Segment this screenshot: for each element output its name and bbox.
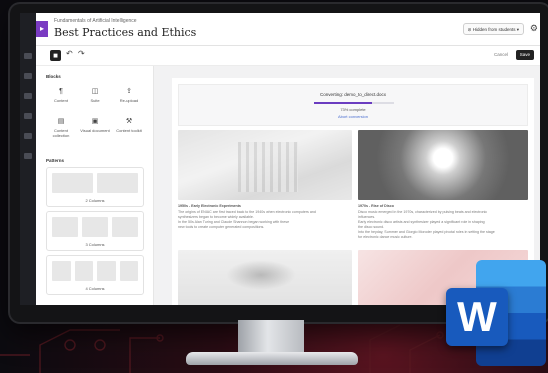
block-label: Suite xyxy=(90,98,100,103)
block-content-toolkit[interactable]: ⚒ Content toolkit xyxy=(114,118,144,133)
add-block-button[interactable]: ■ xyxy=(50,50,61,61)
rail-icon[interactable] xyxy=(24,73,32,79)
block-content-collection[interactable]: ▤ Content collection xyxy=(46,118,76,138)
layout-preview xyxy=(52,217,138,237)
visibility-dropdown[interactable]: ⊘ Hidden from students ▾ xyxy=(462,23,524,35)
block-label: Visual document xyxy=(80,128,110,133)
save-button[interactable]: Save xyxy=(515,50,534,60)
redo-icon[interactable]: ↷ xyxy=(78,49,85,58)
caption-2: 1970s - Rise of Disco Disco music emerge… xyxy=(358,204,526,240)
abort-conversion-link[interactable]: Abort conversion xyxy=(179,114,527,119)
rail-icon[interactable] xyxy=(24,93,32,99)
progress-fill xyxy=(314,102,373,104)
block-label: Re-upload xyxy=(119,98,139,103)
collection-icon: ▤ xyxy=(57,118,65,125)
caption-line: new tools to create computer generated c… xyxy=(178,225,265,229)
undo-icon[interactable]: ↶ xyxy=(66,49,73,58)
caption-title: 1970s - Rise of Disco xyxy=(358,204,394,208)
caption-1: 1950s - Early Electronic Experiments The… xyxy=(178,204,348,230)
layout-label: 4 Columns xyxy=(85,286,105,291)
block-visual-document[interactable]: ▣ Visual document xyxy=(80,118,110,133)
course-name: Fundamentals of Artificial Intelligence xyxy=(54,18,137,24)
block-label: Content collection xyxy=(52,128,70,138)
chevron-down-icon: ▾ xyxy=(515,27,519,32)
word-logo-badge: W xyxy=(446,288,508,346)
upload-icon: ⇪ xyxy=(126,88,132,95)
conversion-status: Converting: demo_to_direct.docx xyxy=(319,92,387,97)
layout-3-columns[interactable]: 3 Columns xyxy=(46,211,144,251)
block-reupload[interactable]: ⇪ Re-upload xyxy=(114,88,144,103)
rail-icon[interactable] xyxy=(24,53,32,59)
content-image-relaxing xyxy=(178,250,352,305)
conversion-panel: Converting: demo_to_direct.docx 73% comp… xyxy=(178,84,528,126)
blocks-panel: Blocks ¶ Content ◫ Suite ⇪ Re-upload ▤ C… xyxy=(36,66,154,305)
block-label: Content xyxy=(53,98,68,103)
rail-icon[interactable] xyxy=(24,153,32,159)
page-header: ▸ Fundamentals of Artificial Intelligenc… xyxy=(36,13,540,46)
rail-icon[interactable] xyxy=(24,113,32,119)
toolkit-icon: ⚒ xyxy=(125,118,133,125)
layout-4-columns[interactable]: 4 Columns xyxy=(46,255,144,295)
page-title: Best Practices and Ethics xyxy=(54,26,197,39)
patterns-heading: Patterns xyxy=(46,158,65,163)
word-logo: W xyxy=(446,260,546,370)
settings-gear-icon[interactable]: ⚙ xyxy=(530,23,538,34)
caption-line: for electronic dance music culture. xyxy=(358,235,413,239)
block-content[interactable]: ¶ Content xyxy=(46,88,76,103)
conversion-progress-bar xyxy=(314,102,394,104)
layout-2-columns[interactable]: 2 Columns xyxy=(46,167,144,207)
rail-icon[interactable] xyxy=(24,133,32,139)
caption-title: 1950s - Early Electronic Experiments xyxy=(178,204,241,208)
app-side-rail xyxy=(20,13,36,305)
visibility-label: Hidden from students xyxy=(472,27,516,32)
layout-label: 3 Columns xyxy=(85,242,105,247)
document-icon: ▣ xyxy=(91,118,99,125)
layout-preview xyxy=(52,173,138,193)
layout-label: 2 Columns xyxy=(85,198,105,203)
content-image-lab xyxy=(178,130,352,200)
suite-icon: ◫ xyxy=(91,88,99,95)
paragraph-icon: ¶ xyxy=(59,88,63,95)
block-suite[interactable]: ◫ Suite xyxy=(80,88,110,103)
brand-badge[interactable]: ▸ xyxy=(36,21,48,37)
editor-toolbar: ■ ↶ ↷ Cancel Save xyxy=(36,46,540,66)
block-label: Content toolkit xyxy=(116,128,142,133)
monitor-base xyxy=(186,352,358,365)
content-image-disco-ball xyxy=(358,130,528,200)
blocks-heading: Blocks xyxy=(46,74,61,79)
monitor-stand xyxy=(238,320,304,356)
layout-preview xyxy=(52,261,138,281)
progress-text: 73% complete xyxy=(340,107,366,112)
cancel-button[interactable]: Cancel xyxy=(494,52,508,57)
